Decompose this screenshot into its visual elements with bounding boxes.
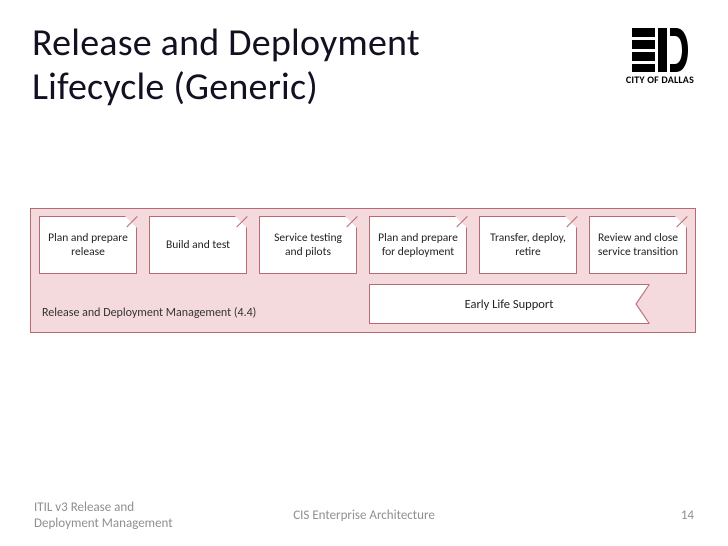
- phase-row: Plan and prepare release Build and test …: [31, 216, 695, 274]
- phase-label: Service testing and pilots: [266, 231, 350, 260]
- section-label: Release and Deployment Management (4.4): [42, 306, 256, 320]
- title-line-1: Release and Deployment: [32, 20, 420, 66]
- phase-box: Plan and prepare release: [39, 216, 137, 274]
- phase-label: Review and close service transition: [596, 231, 680, 260]
- phase-box: Plan and prepare for deployment: [369, 216, 467, 274]
- phase-label: Plan and prepare for deployment: [376, 231, 460, 260]
- notch-line: [636, 284, 650, 304]
- notch-line: [636, 304, 650, 324]
- slide-footer: ITIL v3 Release and Deployment Managemen…: [0, 500, 728, 533]
- phase-box: Build and test: [149, 216, 247, 274]
- slide-title: Release and Deployment Lifecycle (Generi…: [32, 22, 420, 109]
- phase-box: Review and close service transition: [589, 216, 687, 274]
- phase-label: Plan and prepare release: [46, 231, 130, 260]
- phase-label: Build and test: [166, 238, 230, 252]
- logo-block: CITY OF DALLAS: [626, 22, 696, 86]
- logo-caption: CITY OF DALLAS: [626, 73, 694, 86]
- footer-center: CIS Enterprise Architecture: [293, 508, 435, 523]
- slide: Release and Deployment Lifecycle (Generi…: [0, 0, 728, 546]
- phase-box: Transfer, deploy, retire: [479, 216, 577, 274]
- footer-left: ITIL v3 Release and Deployment Managemen…: [34, 500, 173, 533]
- city-of-dallas-logo-icon: [632, 28, 688, 72]
- title-line-2: Lifecycle (Generic): [32, 64, 318, 110]
- phase-label: Transfer, deploy, retire: [486, 231, 570, 260]
- early-life-label: Early Life Support: [465, 297, 554, 312]
- lifecycle-diagram: Plan and prepare release Build and test …: [30, 208, 696, 333]
- page-number: 14: [681, 508, 694, 523]
- slide-header: Release and Deployment Lifecycle (Generi…: [32, 22, 696, 109]
- footer-left-line2: Deployment Management: [34, 516, 173, 531]
- phase-box: Service testing and pilots: [259, 216, 357, 274]
- footer-left-line1: ITIL v3 Release and: [34, 500, 134, 515]
- early-life-support-box: Early Life Support: [369, 284, 649, 324]
